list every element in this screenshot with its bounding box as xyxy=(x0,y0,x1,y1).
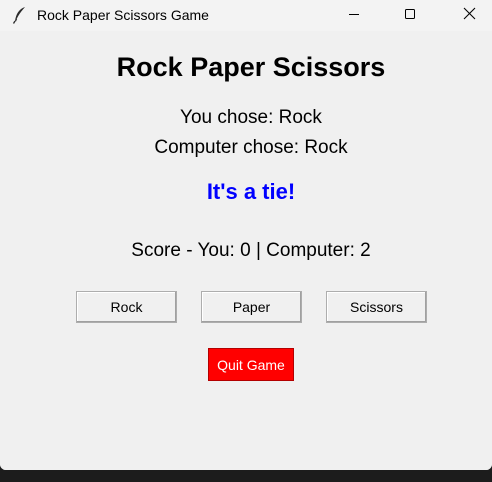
feather-icon xyxy=(12,6,28,24)
computer-choice-label: Computer chose: Rock xyxy=(154,137,348,158)
quit-game-button[interactable]: Quit Game xyxy=(208,348,294,381)
minimize-button[interactable] xyxy=(331,0,377,31)
close-icon xyxy=(463,7,476,25)
title-bar[interactable]: Rock Paper Scissors Game xyxy=(0,0,492,31)
minimize-icon xyxy=(348,7,360,25)
window-title: Rock Paper Scissors Game xyxy=(37,7,209,23)
app-window: Rock Paper Scissors Game Rock Paper Scis… xyxy=(0,0,492,470)
rock-button[interactable]: Rock xyxy=(76,291,177,323)
scissors-button[interactable]: Scissors xyxy=(326,291,427,323)
player-choice-label: You chose: Rock xyxy=(180,107,322,128)
maximize-button[interactable] xyxy=(387,0,433,31)
close-button[interactable] xyxy=(446,0,492,31)
paper-button[interactable]: Paper xyxy=(201,291,302,323)
page-title: Rock Paper Scissors xyxy=(116,52,386,82)
maximize-icon xyxy=(404,7,416,25)
game-panel: Rock Paper Scissors You chose: Rock Comp… xyxy=(0,31,492,470)
score-label: Score - You: 0 | Computer: 2 xyxy=(131,240,371,261)
result-label: It's a tie! xyxy=(206,179,296,204)
